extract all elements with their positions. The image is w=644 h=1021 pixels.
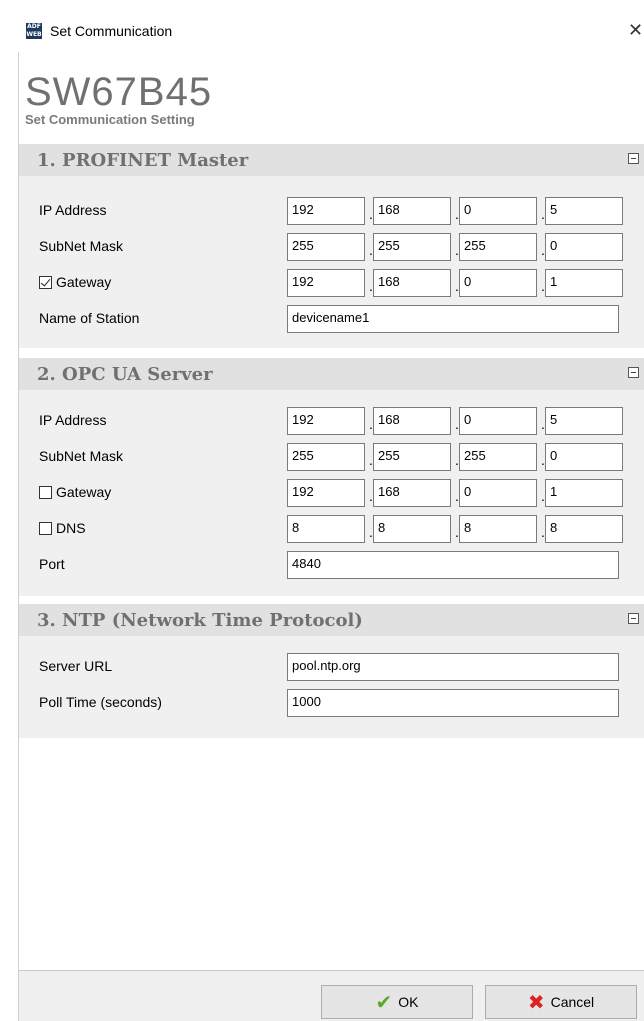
section-title-profinet: 1. PROFINET Master <box>37 149 249 171</box>
row-station-name: Name of Station devicename1 <box>19 304 644 334</box>
port-input[interactable]: 4840 <box>287 551 619 579</box>
section-title-opcua: 2. OPC UA Server <box>37 363 213 385</box>
gateway-octet-1[interactable]: 192 <box>287 269 365 297</box>
gateway-checkbox-label[interactable]: Gateway <box>39 274 111 290</box>
device-title: SW67B45 <box>25 70 213 114</box>
row-server-url: Server URL pool.ntp.org <box>19 652 644 682</box>
section-body-ntp: Server URL pool.ntp.org Poll Time (secon… <box>19 636 644 738</box>
row-dns: DNS 8 . 8 . 8 . 8 <box>19 514 644 544</box>
ip-address-label: IP Address <box>39 202 107 218</box>
ip-octet-2[interactable]: 168 <box>373 197 451 225</box>
dns-octet-1[interactable]: 8 <box>287 515 365 543</box>
ip-octet-2[interactable]: 168 <box>373 407 451 435</box>
server-url-label: Server URL <box>39 658 113 674</box>
ip-octet-1[interactable]: 192 <box>287 407 365 435</box>
gateway-octet-4[interactable]: 1 <box>545 479 623 507</box>
dialog-body: SW67B45 Set Communication Setting 1. PRO… <box>18 52 644 1021</box>
cancel-label: Cancel <box>550 994 595 1010</box>
mask-octet-2[interactable]: 255 <box>373 233 451 261</box>
ip-octet-1[interactable]: 192 <box>287 197 365 225</box>
close-button[interactable]: ✕ <box>628 20 644 41</box>
gateway-octet-1[interactable]: 192 <box>287 479 365 507</box>
ip-address-label: IP Address <box>39 412 107 428</box>
mask-octet-1[interactable]: 255 <box>287 443 365 471</box>
mask-octet-4[interactable]: 0 <box>545 233 623 261</box>
dns-label: DNS <box>56 520 86 536</box>
ip-octet-4[interactable]: 5 <box>545 407 623 435</box>
row-ip-address: IP Address 192 . 168 . 0 . 5 <box>19 406 644 436</box>
dns-checkbox[interactable] <box>39 521 52 535</box>
gateway-label: Gateway <box>56 484 112 500</box>
gateway-checkbox[interactable] <box>39 275 52 289</box>
gateway-checkbox[interactable] <box>39 485 52 499</box>
mask-octet-4[interactable]: 0 <box>545 443 623 471</box>
mask-octet-1[interactable]: 255 <box>287 233 365 261</box>
station-name-input[interactable]: devicename1 <box>287 305 619 333</box>
section-header-opcua[interactable]: 2. OPC UA Server <box>19 358 644 390</box>
gateway-octet-3[interactable]: 0 <box>459 269 537 297</box>
gateway-label: Gateway <box>56 274 112 290</box>
row-gateway: Gateway 192 . 168 . 0 . 1 <box>19 478 644 508</box>
row-port: Port 4840 <box>19 550 644 580</box>
app-logo-icon: ADF WEB <box>26 23 42 39</box>
section-body-opcua: IP Address 192 . 168 . 0 . 5 SubNet Mask… <box>19 390 644 596</box>
row-ip-address: IP Address 192 . 168 . 0 . 5 <box>19 196 644 226</box>
collapse-icon[interactable] <box>628 367 639 378</box>
ok-label: OK <box>398 994 419 1010</box>
title-bar: ADF WEB Set Communication ✕ <box>18 10 644 52</box>
dns-checkbox-label[interactable]: DNS <box>39 520 86 536</box>
window-title: Set Communication <box>50 23 173 39</box>
gateway-octet-2[interactable]: 168 <box>373 269 451 297</box>
gateway-checkbox-label[interactable]: Gateway <box>39 484 111 500</box>
row-subnet-mask: SubNet Mask 255 . 255 . 255 . 0 <box>19 442 644 472</box>
row-subnet-mask: SubNet Mask 255 . 255 . 255 . 0 <box>19 232 644 262</box>
station-name-label: Name of Station <box>39 310 140 326</box>
ok-button[interactable]: ✔ OK <box>321 985 473 1019</box>
subnet-mask-label: SubNet Mask <box>39 238 124 254</box>
section-title-ntp: 3. NTP (Network Time Protocol) <box>37 609 363 631</box>
dns-octet-2[interactable]: 8 <box>373 515 451 543</box>
cancel-button[interactable]: ✖ Cancel <box>485 985 637 1019</box>
section-header-ntp[interactable]: 3. NTP (Network Time Protocol) <box>19 604 644 636</box>
subnet-mask-label: SubNet Mask <box>39 448 124 464</box>
collapse-icon[interactable] <box>628 153 639 164</box>
gateway-octet-3[interactable]: 0 <box>459 479 537 507</box>
cross-icon: ✖ <box>527 991 545 1014</box>
section-header-profinet[interactable]: 1. PROFINET Master <box>19 144 644 176</box>
mask-octet-2[interactable]: 255 <box>373 443 451 471</box>
gateway-octet-2[interactable]: 168 <box>373 479 451 507</box>
ip-octet-3[interactable]: 0 <box>459 197 537 225</box>
server-url-input[interactable]: pool.ntp.org <box>287 653 619 681</box>
port-label: Port <box>39 556 65 572</box>
ip-octet-3[interactable]: 0 <box>459 407 537 435</box>
collapse-icon[interactable] <box>628 613 639 624</box>
mask-octet-3[interactable]: 255 <box>459 443 537 471</box>
dns-octet-4[interactable]: 8 <box>545 515 623 543</box>
page-header: SW67B45 Set Communication Setting <box>25 72 212 127</box>
section-body-profinet: IP Address 192 . 168 . 0 . 5 SubNet Mask… <box>19 176 644 348</box>
row-poll-time: Poll Time (seconds) 1000 <box>19 688 644 718</box>
mask-octet-3[interactable]: 255 <box>459 233 537 261</box>
device-subtitle: Set Communication Setting <box>25 112 195 127</box>
row-gateway: Gateway 192 . 168 . 0 . 1 <box>19 268 644 298</box>
ip-octet-4[interactable]: 5 <box>545 197 623 225</box>
poll-time-input[interactable]: 1000 <box>287 689 619 717</box>
gateway-octet-4[interactable]: 1 <box>545 269 623 297</box>
dns-octet-3[interactable]: 8 <box>459 515 537 543</box>
dialog-footer: ✔ OK ✖ Cancel <box>19 971 644 1021</box>
checkmark-icon: ✔ <box>375 991 393 1014</box>
poll-time-label: Poll Time (seconds) <box>39 694 162 710</box>
